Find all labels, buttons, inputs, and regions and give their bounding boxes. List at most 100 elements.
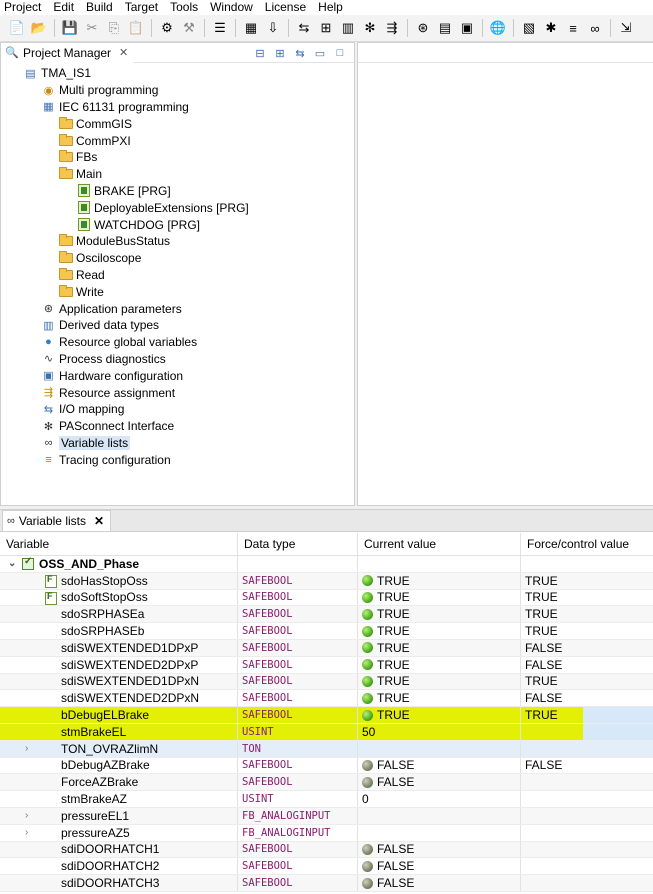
menu-window[interactable]: Window bbox=[204, 0, 259, 15]
hardware-icon[interactable]: ▥ bbox=[337, 17, 359, 39]
force-value-cell[interactable]: FALSE bbox=[521, 758, 653, 774]
table-row[interactable]: › pressureAZ5 FB_ANALOGINPUT bbox=[0, 824, 653, 842]
force-value-cell[interactable]: TRUE bbox=[521, 590, 653, 606]
menu-edit[interactable]: Edit bbox=[47, 0, 80, 15]
module-icon[interactable]: ⊞ bbox=[315, 17, 337, 39]
new-project-icon[interactable]: 📄 bbox=[6, 17, 28, 39]
paste-icon[interactable]: 📋 bbox=[125, 17, 147, 39]
tree-item[interactable]: ∿ Process diagnostics bbox=[1, 351, 354, 368]
tab-variable-lists[interactable]: ∞ Variable lists ✕ bbox=[2, 510, 112, 531]
tree-item[interactable]: Main bbox=[1, 166, 354, 183]
table-row[interactable]: sdoSRPHASEa SAFEBOOL TRUE TRUE bbox=[0, 606, 653, 624]
column-header-variable[interactable]: Variable bbox=[0, 533, 238, 555]
table-row[interactable]: sdoSRPHASEb SAFEBOOL TRUE TRUE bbox=[0, 623, 653, 640]
table-row[interactable]: sdiSWEXTENDED1DPxN SAFEBOOL TRUE TRUE bbox=[0, 673, 653, 691]
tree-item[interactable]: ⇶ Resource assignment bbox=[1, 384, 354, 401]
tree-item[interactable]: WATCHDOG [PRG] bbox=[1, 216, 354, 233]
copy-icon[interactable]: ⎘ bbox=[103, 17, 125, 39]
table-row[interactable]: bDebugAZBrake SAFEBOOL FALSE FALSE bbox=[0, 757, 653, 775]
tasks-icon[interactable]: ≡ bbox=[562, 17, 584, 39]
table-icon[interactable]: ▤ bbox=[434, 17, 456, 39]
tree-item[interactable]: DeployableExtensions [PRG] bbox=[1, 199, 354, 216]
force-value-cell[interactable]: FALSE bbox=[521, 657, 653, 673]
chevron-right-icon[interactable]: › bbox=[25, 743, 61, 754]
tree-item[interactable]: Osciloscope bbox=[1, 250, 354, 267]
tree-item[interactable]: ▣ Hardware configuration bbox=[1, 367, 354, 384]
force-value-cell[interactable]: TRUE bbox=[521, 573, 653, 589]
connections-icon[interactable]: ✻ bbox=[359, 17, 381, 39]
chevron-right-icon[interactable]: › bbox=[25, 827, 61, 838]
tree-item[interactable]: ≡ Tracing configuration bbox=[1, 451, 354, 468]
tree-item[interactable]: ⊛ Application parameters bbox=[1, 300, 354, 317]
column-header-force-value[interactable]: Force/control value bbox=[521, 533, 653, 555]
close-icon[interactable]: ✕ bbox=[119, 46, 128, 59]
table-row[interactable]: sdiSWEXTENDED1DPxP SAFEBOOL TRUE FALSE bbox=[0, 639, 653, 657]
force-value-cell[interactable]: TRUE bbox=[521, 707, 653, 723]
parameters-icon[interactable]: ⊛ bbox=[412, 17, 434, 39]
expand-all-icon[interactable]: ⊞ bbox=[272, 45, 288, 61]
tree-item[interactable]: BRAKE [PRG] bbox=[1, 183, 354, 200]
tree-item[interactable]: ▦ IEC 61131 programming bbox=[1, 99, 354, 116]
menu-target[interactable]: Target bbox=[119, 0, 164, 15]
table-row[interactable]: sdiDOORHATCH1 SAFEBOOL FALSE bbox=[0, 841, 653, 859]
menu-tools[interactable]: Tools bbox=[164, 0, 204, 15]
cut-icon[interactable]: ✂ bbox=[81, 17, 103, 39]
export-icon[interactable]: ⇲ bbox=[615, 17, 637, 39]
tree-item[interactable]: Read bbox=[1, 267, 354, 284]
force-value-cell[interactable]: TRUE bbox=[521, 674, 653, 690]
tree-item[interactable]: CommGIS bbox=[1, 115, 354, 132]
menu-license[interactable]: License bbox=[259, 0, 312, 15]
force-value-cell[interactable]: FALSE bbox=[521, 640, 653, 656]
tree-item[interactable]: ✻ PASconnect Interface bbox=[1, 418, 354, 435]
group-row[interactable]: ⌄ OSS_AND_Phase bbox=[0, 556, 653, 573]
table-row[interactable]: › TON_OVRAZlimN TON bbox=[0, 740, 653, 758]
force-value-cell[interactable] bbox=[521, 791, 653, 807]
tree-item[interactable]: ModuleBusStatus bbox=[1, 233, 354, 250]
save-icon[interactable]: 💾 bbox=[59, 17, 81, 39]
tree-item[interactable]: ∞ Variable lists bbox=[1, 435, 354, 452]
calculator-icon[interactable]: ▦ bbox=[240, 17, 262, 39]
collapse-all-icon[interactable]: ⊟ bbox=[252, 45, 268, 61]
table-row[interactable]: sdoSoftStopOss SAFEBOOL TRUE TRUE bbox=[0, 589, 653, 607]
chevron-down-icon[interactable]: ⌄ bbox=[4, 558, 22, 569]
table-row[interactable]: ForceAZBrake SAFEBOOL FALSE bbox=[0, 774, 653, 792]
table-row[interactable]: bDebugELBrake SAFEBOOL TRUE TRUE bbox=[0, 707, 653, 724]
table-row[interactable]: sdiSWEXTENDED2DPxP SAFEBOOL TRUE FALSE bbox=[0, 656, 653, 674]
compile-icon[interactable]: ⚙ bbox=[156, 17, 178, 39]
bug-icon[interactable]: ✱ bbox=[540, 17, 562, 39]
tree-item[interactable]: CommPXI bbox=[1, 132, 354, 149]
menu-build[interactable]: Build bbox=[80, 0, 119, 15]
download-icon[interactable]: ⇩ bbox=[262, 17, 284, 39]
maximize-icon[interactable]: □ bbox=[332, 45, 348, 61]
build-icon[interactable]: ⚒ bbox=[178, 17, 200, 39]
chevron-right-icon[interactable]: › bbox=[25, 810, 61, 821]
tree-item[interactable]: ● Resource global variables bbox=[1, 334, 354, 351]
force-value-cell[interactable] bbox=[521, 842, 653, 858]
globe-icon[interactable]: 🌐 bbox=[487, 17, 509, 39]
force-value-cell[interactable] bbox=[521, 825, 653, 841]
assign-icon[interactable]: ⇶ bbox=[381, 17, 403, 39]
force-value-cell[interactable] bbox=[521, 858, 653, 874]
minimize-icon[interactable]: ▭ bbox=[312, 45, 328, 61]
force-value-cell[interactable]: TRUE bbox=[521, 623, 653, 639]
tree-item[interactable]: FBs bbox=[1, 149, 354, 166]
network-icon[interactable]: ⇆ bbox=[293, 17, 315, 39]
force-value-cell[interactable]: FALSE bbox=[521, 690, 653, 706]
force-value-cell[interactable]: TRUE bbox=[521, 606, 653, 622]
window-icon[interactable]: ▣ bbox=[456, 17, 478, 39]
tree-item[interactable]: ▤ TMA_IS1 bbox=[1, 65, 354, 82]
force-value-cell[interactable] bbox=[521, 774, 653, 790]
glasses-icon[interactable]: ∞ bbox=[584, 17, 606, 39]
list-icon[interactable]: ☰ bbox=[209, 17, 231, 39]
table-row[interactable]: sdiSWEXTENDED2DPxN SAFEBOOL TRUE FALSE bbox=[0, 690, 653, 708]
table-row[interactable]: sdoHasStopOss SAFEBOOL TRUE TRUE bbox=[0, 572, 653, 590]
stack-icon[interactable]: ▧ bbox=[518, 17, 540, 39]
table-row[interactable]: stmBrakeAZ USINT 0 bbox=[0, 791, 653, 808]
tree-item[interactable]: ▥ Derived data types bbox=[1, 317, 354, 334]
tree-item[interactable]: ⇆ I/O mapping bbox=[1, 401, 354, 418]
force-value-cell[interactable] bbox=[521, 741, 653, 757]
table-row[interactable]: sdiDOORHATCH3 SAFEBOOL FALSE bbox=[0, 875, 653, 892]
tree-item[interactable]: Write bbox=[1, 283, 354, 300]
table-row[interactable]: stmBrakeEL USINT 50 bbox=[0, 723, 653, 741]
menu-project[interactable]: Project bbox=[0, 0, 47, 15]
